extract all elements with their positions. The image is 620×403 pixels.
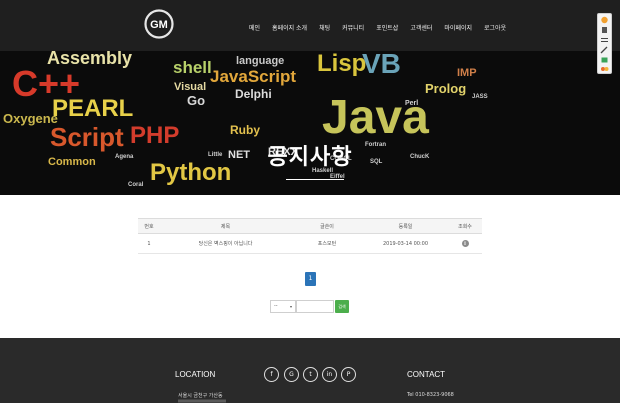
gift-icon[interactable] — [600, 56, 609, 64]
location-address-extra — [178, 399, 228, 403]
column-header-views: 조회수 — [448, 218, 482, 234]
twitter-icon[interactable]: t — [303, 367, 318, 382]
facebook-icon[interactable]: f — [264, 367, 279, 382]
banner-word: VB — [362, 48, 401, 79]
nav-customer-center[interactable]: 고객센터 — [410, 23, 432, 32]
chevron-down-icon: ▾ — [289, 304, 292, 309]
nav-about[interactable]: 홈페이지 소개 — [272, 23, 307, 32]
nav-point-shop[interactable]: 포인트샵 — [376, 23, 398, 32]
column-header-title: 제목 — [160, 218, 291, 234]
brush-icon[interactable] — [600, 26, 609, 34]
column-header-author: 글쓴이 — [291, 218, 363, 234]
views-badge: 0 — [461, 240, 469, 247]
location-address: 서울시 금천구 가산동 — [178, 393, 223, 399]
status-icon[interactable] — [600, 65, 609, 73]
column-header-date: 등록일 — [363, 218, 448, 234]
banner-word: JavaScript — [210, 67, 296, 86]
nav-main[interactable]: 메인 — [249, 23, 260, 32]
nav-community[interactable]: 커뮤니티 — [342, 23, 364, 32]
settings-icon[interactable] — [600, 36, 609, 44]
translate-icon[interactable] — [600, 16, 609, 24]
row-title-link[interactable]: 당신은 벽스핑이 아닙니다 — [160, 233, 291, 254]
search-input[interactable] — [296, 300, 334, 313]
row-author: 포스모턴 — [291, 233, 363, 254]
nav-mypage[interactable]: 마이페이지 — [444, 23, 472, 32]
banner-word: PEARL — [52, 95, 134, 122]
contact-phone: Tel 010-8323-9068 — [407, 392, 454, 398]
tools-icon[interactable] — [600, 46, 609, 54]
banner-word: shell — [173, 58, 212, 77]
nav-logout[interactable]: 로그아웃 — [484, 23, 506, 32]
linkedin-icon[interactable]: in — [322, 367, 337, 382]
floating-toolbar — [597, 13, 612, 74]
page-title: 공지사항 — [267, 145, 353, 170]
row-number: 1 — [138, 233, 160, 254]
hero-banner: Assembly C++ PEARL Script PHP Python Rub… — [0, 44, 620, 195]
site-header: GM 메인 홈페이지 소개 채팅 커뮤니티 포인트샵 고객센터 마이페이지 로그… — [0, 0, 620, 51]
main-nav: 메인 홈페이지 소개 채팅 커뮤니티 포인트샵 고객센터 마이페이지 로그아웃 — [249, 23, 506, 32]
table-row[interactable]: 1 당신은 벽스핑이 아닙니다 포스모턴 2019-03-14 00:00 0 — [138, 233, 482, 254]
location-heading: LOCATION — [175, 370, 216, 379]
banner-word: Delphi — [235, 87, 272, 101]
address-line-graphic — [178, 399, 226, 403]
row-views: 0 — [448, 233, 482, 254]
search-button[interactable]: 검색 — [335, 300, 349, 313]
site-footer: LOCATION 서울시 금천구 가산동 f G t in P CONTACT … — [0, 338, 620, 403]
google-plus-icon[interactable]: G — [284, 367, 299, 382]
logo-text: GM — [150, 19, 168, 31]
banner-word: Visual — [174, 81, 207, 93]
title-underline — [286, 179, 344, 180]
notice-table: 번호 제목 글쓴이 등록일 조회수 1 당신은 벽스핑이 아닙니다 포스모턴 2… — [138, 218, 482, 254]
pinterest-icon[interactable]: P — [341, 367, 356, 382]
row-date: 2019-03-14 00:00 — [363, 233, 448, 254]
banner-word: Ruby — [230, 123, 260, 137]
banner-word: Coral — [128, 182, 144, 188]
banner-word: language — [236, 55, 285, 67]
contact-heading: CONTACT — [407, 370, 446, 379]
page-button-1[interactable]: 1 — [305, 272, 316, 286]
column-header-number: 번호 — [138, 218, 160, 234]
banner-word: Lisp — [317, 50, 367, 77]
table-header-row: 번호 제목 글쓴이 등록일 조회수 — [138, 218, 482, 234]
banner-word: Go — [187, 93, 206, 108]
banner-word: IMP — [457, 67, 477, 79]
banner-word: JASS — [472, 94, 488, 100]
page: Assembly C++ PEARL Script PHP Python Rub… — [0, 0, 620, 403]
nav-chat[interactable]: 채팅 — [319, 23, 330, 32]
banner-word: Perl — [405, 100, 419, 107]
search-type-select[interactable]: -- ▾ — [270, 300, 296, 313]
site-logo[interactable]: GM — [143, 8, 175, 40]
banner-word: Oxygene — [3, 111, 58, 126]
banner-word: Prolog — [425, 81, 467, 96]
search-type-value: -- — [274, 303, 278, 309]
